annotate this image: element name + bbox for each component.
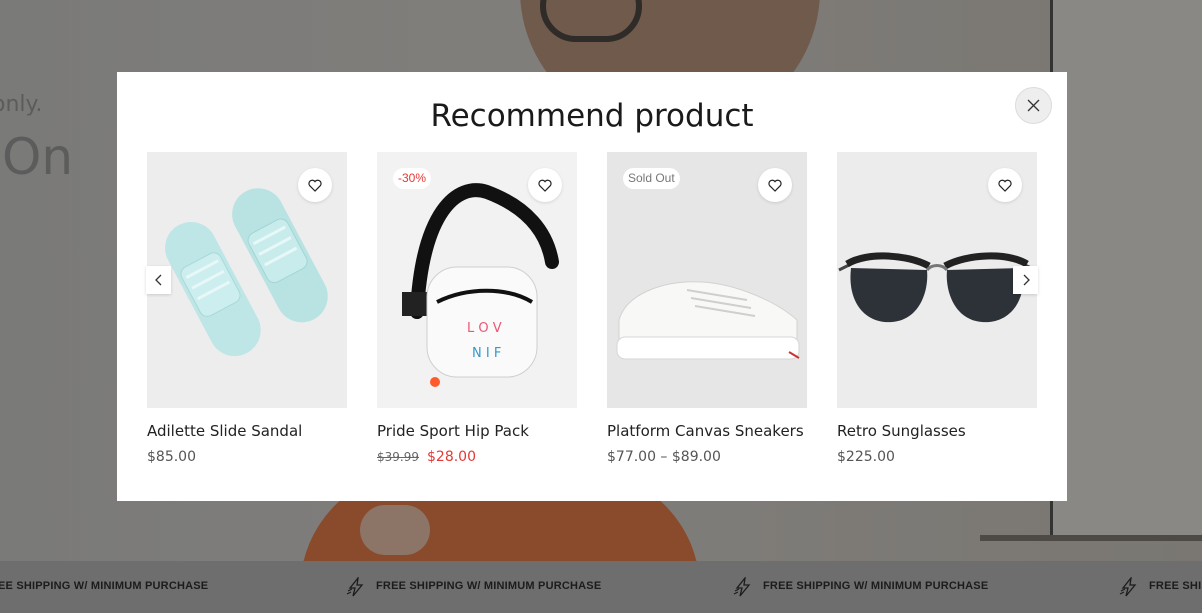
chevron-right-icon: [1023, 274, 1030, 286]
carousel-prev-button[interactable]: [146, 266, 171, 294]
close-button[interactable]: [1015, 87, 1052, 124]
product-image[interactable]: Sold Out: [607, 152, 807, 408]
recommend-product-modal: Recommend product Adilette Slide Sandal …: [117, 72, 1067, 501]
close-icon: [1027, 99, 1040, 112]
marquee-text: FREE SHIPPING W/ MINIMUM PURCHASE: [763, 580, 989, 592]
lightning-icon: [1119, 577, 1137, 597]
lightning-icon: [733, 577, 751, 597]
product-card[interactable]: Retro Sunglasses $225.00: [837, 152, 1037, 465]
hero-window: [1050, 0, 1202, 540]
sold-out-badge: Sold Out: [623, 168, 680, 189]
wishlist-button[interactable]: [988, 168, 1022, 202]
hero-heading: On: [2, 128, 74, 186]
heart-icon: [538, 179, 552, 192]
heart-icon: [998, 179, 1012, 192]
product-price: $39.99 $28.00: [377, 449, 476, 465]
wishlist-button[interactable]: [298, 168, 332, 202]
product-card[interactable]: L O V N I F -30% Pride Sport Hip Pack $3…: [377, 152, 577, 465]
product-name[interactable]: Retro Sunglasses: [837, 422, 966, 440]
product-name[interactable]: Adilette Slide Sandal: [147, 422, 302, 440]
hero-window-sill: [980, 535, 1202, 541]
marquee-text: FREE SHIPPING W/ MINIMUM PURCHASE: [376, 580, 602, 592]
wishlist-button[interactable]: [528, 168, 562, 202]
product-card[interactable]: Sold Out Platform Canvas Sneakers $77.00…: [607, 152, 807, 465]
product-price: $225.00: [837, 449, 895, 465]
lightning-icon: [346, 577, 364, 597]
shipping-marquee: EE SHIPPING W/ MINIMUM PURCHASE FREE SHI…: [0, 561, 1202, 613]
discount-badge: -30%: [393, 168, 432, 189]
product-name[interactable]: Pride Sport Hip Pack: [377, 422, 529, 440]
modal-title: Recommend product: [430, 98, 754, 134]
hero-subheading: only.: [0, 92, 43, 117]
product-card[interactable]: Adilette Slide Sandal $85.00: [147, 152, 347, 465]
svg-text:N I F: N I F: [472, 346, 501, 361]
product-image[interactable]: L O V N I F -30%: [377, 152, 577, 408]
product-price: $77.00 – $89.00: [607, 449, 721, 465]
product-image[interactable]: [147, 152, 347, 408]
product-image[interactable]: [837, 152, 1037, 408]
product-sale-price: $28.00: [427, 449, 476, 465]
chevron-left-icon: [154, 274, 161, 286]
product-name[interactable]: Platform Canvas Sneakers: [607, 422, 804, 440]
hero-model-hand: [360, 505, 430, 555]
product-price: $85.00: [147, 449, 196, 465]
heart-icon: [308, 179, 322, 192]
carousel-next-button[interactable]: [1013, 266, 1038, 294]
wishlist-button[interactable]: [758, 168, 792, 202]
marquee-text: EE SHIPPING W/ MINIMUM PURCHASE: [0, 580, 209, 592]
svg-text:L O V: L O V: [467, 321, 502, 336]
product-old-price: $39.99: [377, 450, 419, 464]
marquee-text: FREE SHIPP: [1149, 580, 1202, 592]
heart-icon: [768, 179, 782, 192]
